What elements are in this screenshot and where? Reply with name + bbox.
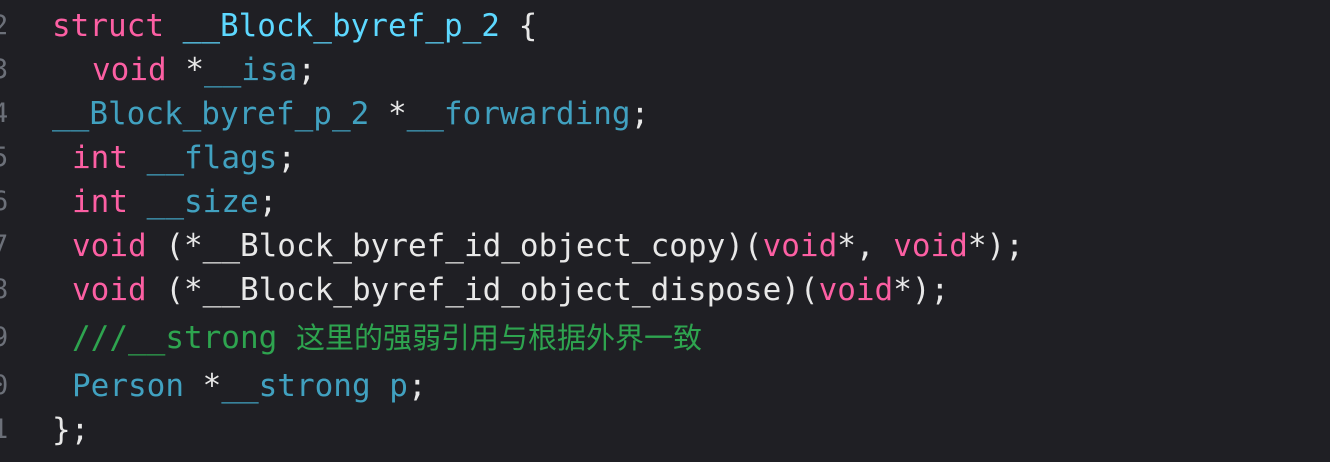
line-number: 1 (0, 414, 9, 445)
code-token: void (893, 228, 968, 264)
code-line[interactable]: 4 __Block_byref_p_2 *__forwarding; (0, 92, 1330, 136)
code-text: struct __Block_byref_p_2 { (52, 4, 537, 48)
code-line[interactable]: 8 void (*__Block_byref_id_object_dispose)… (0, 268, 1330, 312)
code-token: )( (725, 228, 763, 264)
code-token: void (72, 272, 147, 308)
code-token: }; (52, 412, 90, 448)
code-text: void (*__Block_byref_id_object_dispose)(… (72, 268, 949, 312)
code-line[interactable]: 7 void (*__Block_byref_id_object_copy)(vo… (0, 224, 1330, 268)
code-line[interactable]: 9 ///__strong 这里的强弱引用与根据外界一致 (0, 316, 1330, 360)
line-number: 0 (0, 370, 9, 401)
code-text: int __flags; (72, 136, 296, 180)
code-token: __strong (221, 368, 371, 404)
code-text: ///__strong 这里的强弱引用与根据外界一致 (72, 316, 702, 360)
code-editor[interactable]: 2 struct __Block_byref_p_2 {3 void *__isa;… (0, 0, 1330, 462)
code-token: __Block_byref_p_2 (182, 8, 500, 44)
line-number: 3 (0, 54, 9, 85)
code-token: void (818, 272, 894, 308)
code-text: void (*__Block_byref_id_object_copy)(voi… (72, 224, 1024, 268)
code-token: __size (146, 184, 259, 220)
code-token: void (72, 228, 147, 264)
code-token: * (183, 368, 222, 404)
code-line[interactable]: 1}; (0, 408, 1330, 452)
code-token: 这里的强弱引用与根据外界一致 (295, 321, 702, 355)
code-token: (* (146, 272, 203, 308)
code-line[interactable]: 3 void *__isa; (0, 48, 1330, 92)
line-number: 7 (0, 230, 9, 261)
code-token: ; (297, 52, 316, 88)
line-number: 5 (0, 142, 9, 173)
code-token: ; (258, 184, 278, 220)
line-number: 4 (0, 98, 9, 129)
code-text: Person *__strong p; (72, 364, 427, 408)
code-token: __Block_byref_p_2 (52, 96, 370, 132)
code-token: ; (407, 368, 427, 404)
code-token: struct (52, 8, 164, 44)
line-number: 2 (0, 10, 9, 41)
code-token: ///__strong (72, 320, 296, 356)
code-token: * (369, 96, 407, 132)
code-token: __flags (146, 140, 278, 176)
code-token: __Block_byref_id_object_copy (202, 228, 726, 264)
line-number: 8 (0, 274, 9, 305)
code-token: *); (893, 272, 950, 308)
code-text: }; (52, 408, 89, 452)
code-line[interactable]: 5 int __flags; (0, 136, 1330, 180)
code-line[interactable]: 2 struct __Block_byref_p_2 { (0, 4, 1330, 48)
code-text: int __size; (72, 180, 277, 224)
code-token: { (499, 8, 538, 44)
code-token: p (389, 368, 408, 404)
code-line[interactable]: 0 Person *__strong p; (0, 364, 1330, 408)
code-token: )( (781, 272, 819, 308)
code-token: __isa (203, 52, 298, 88)
code-token: __forwarding (406, 96, 631, 132)
code-token: int (72, 184, 128, 220)
code-token: Person (72, 368, 184, 404)
code-line[interactable]: 6 int __size; (0, 180, 1330, 224)
code-text: void *__isa; (92, 48, 316, 92)
code-text: __Block_byref_p_2 *__forwarding; (52, 92, 649, 136)
code-token: * (166, 52, 204, 88)
code-token: (* (146, 228, 203, 264)
code-token: ; (630, 96, 650, 132)
code-token: *); (967, 228, 1024, 264)
code-token: void (762, 228, 838, 264)
code-token: *, (837, 228, 894, 264)
code-token: int (72, 140, 128, 176)
code-token: ; (277, 140, 296, 176)
code-token: __Block_byref_id_object_dispose (202, 272, 782, 308)
line-number: 9 (0, 322, 9, 353)
code-token: void (92, 52, 167, 88)
line-number: 6 (0, 186, 9, 217)
